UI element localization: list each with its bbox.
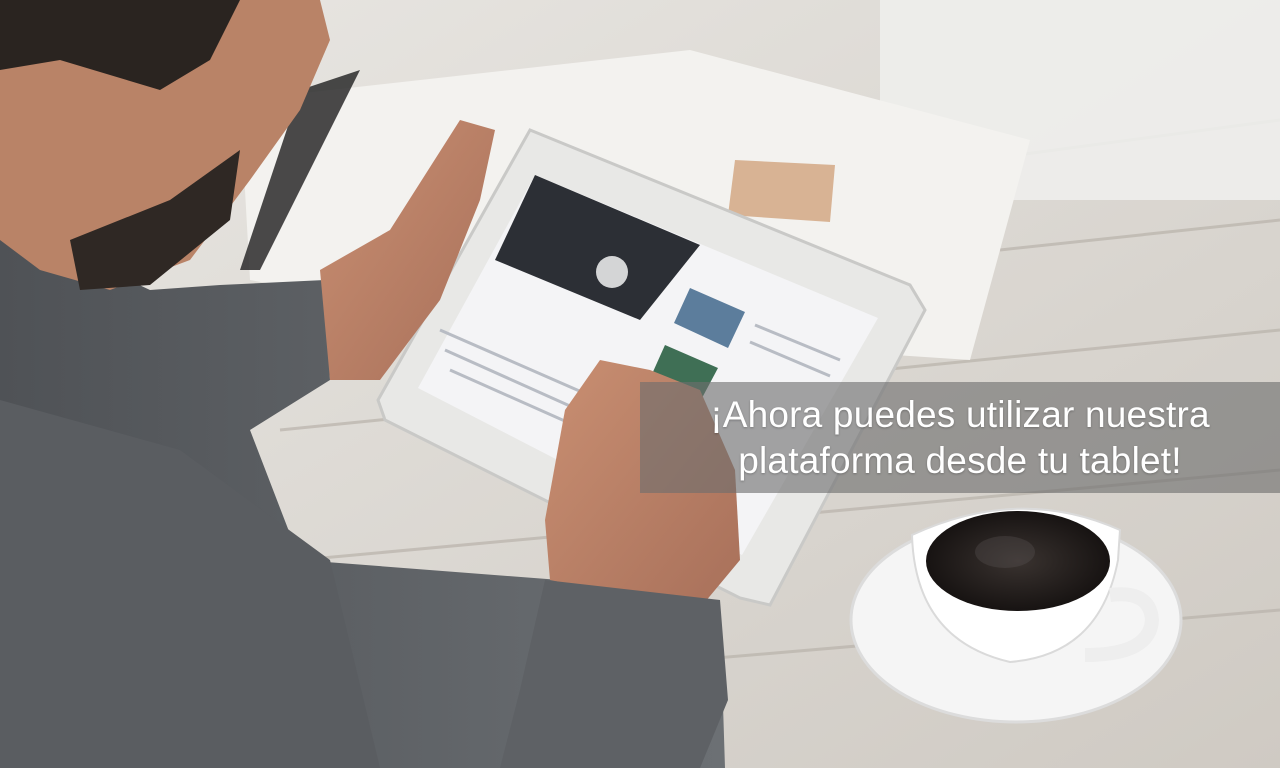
banner-text-line-1: ¡Ahora puedes utilizar nuestra [710, 393, 1210, 435]
banner-text-line-2: plataforma desde tu tablet! [738, 439, 1182, 481]
promo-banner: ¡Ahora puedes utilizar nuestra plataform… [640, 382, 1280, 493]
wood-block [728, 160, 835, 222]
photo-scene: ¡Ahora puedes utilizar nuestra plataform… [0, 0, 1280, 768]
